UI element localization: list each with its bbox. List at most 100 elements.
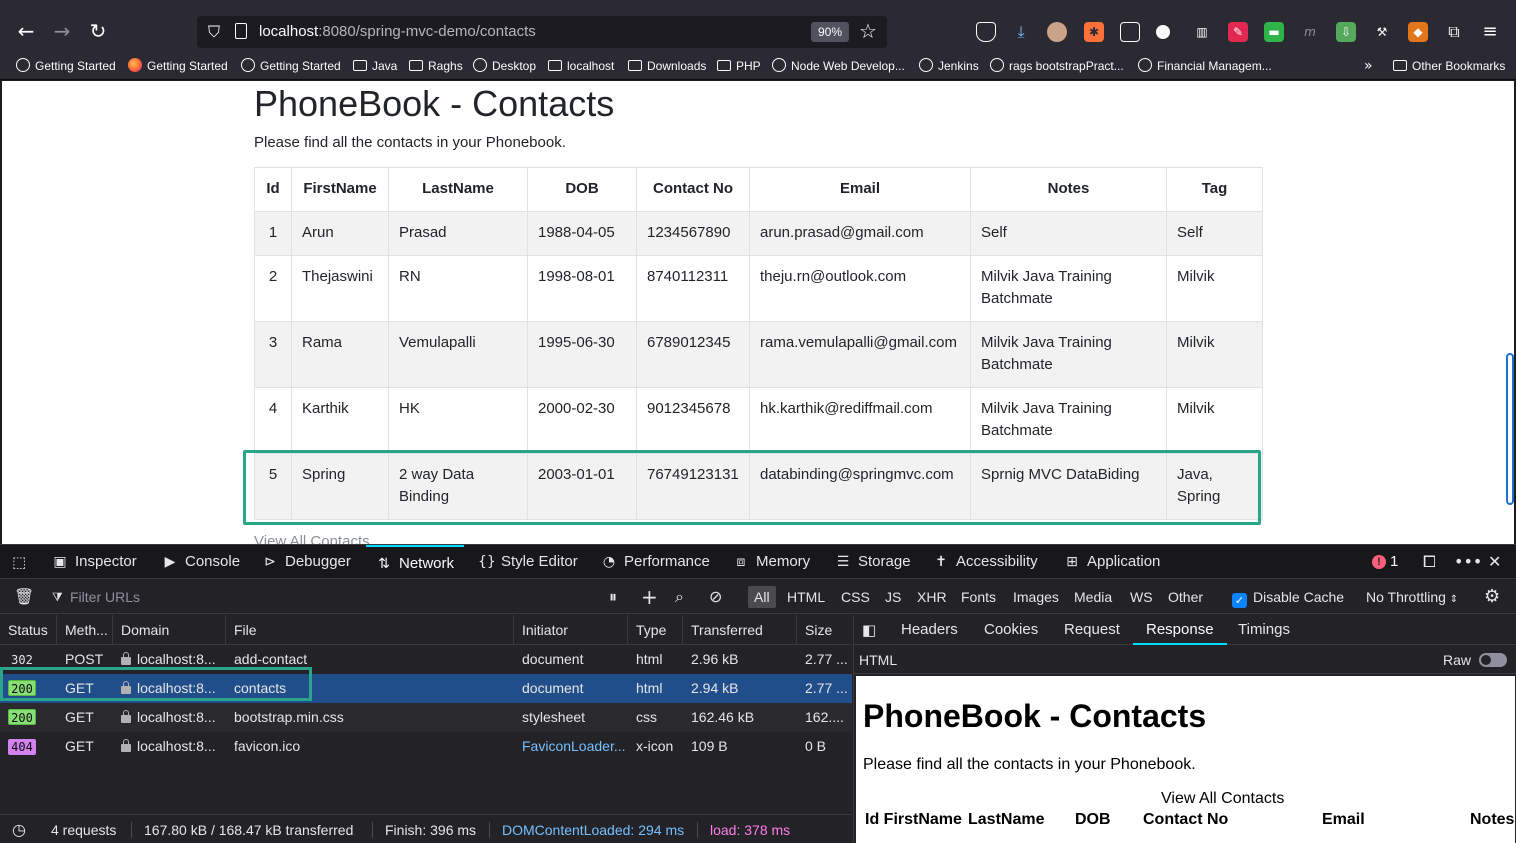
column-header[interactable]: Type <box>628 615 683 645</box>
account-avatar-icon[interactable] <box>1047 22 1067 42</box>
extension-bubble-icon[interactable] <box>1156 25 1170 39</box>
request-row-favicon[interactable]: 404 GET localhost:8... favicon.ico Favic… <box>0 732 852 761</box>
request-size: 2.77 ... <box>805 680 848 696</box>
column-header[interactable]: Initiator <box>514 615 628 645</box>
bookmark-java[interactable]: Java <box>353 58 397 74</box>
filter-xhr[interactable]: XHR <box>911 586 953 608</box>
preview-column-header: Id FirstName <box>865 811 962 828</box>
filter-all[interactable]: All <box>748 586 776 608</box>
tab-style-editor[interactable]: {} Style Editor <box>478 545 578 579</box>
add-request-icon[interactable]: + <box>641 580 658 614</box>
tab-cookies[interactable]: Cookies <box>984 615 1038 645</box>
filter-images[interactable]: Images <box>1007 586 1065 608</box>
filter-js[interactable]: JS <box>879 586 907 608</box>
column-header[interactable]: Transferred <box>683 615 797 645</box>
tab-inspector[interactable]: ▣ Inspector <box>52 545 136 579</box>
extension-tool-icon[interactable]: ⚒ <box>1372 22 1392 42</box>
disable-cache-checkbox[interactable]: ✓ Disable Cache <box>1232 580 1344 614</box>
tab-application[interactable]: ⊞ Application <box>1064 545 1160 579</box>
page-info-icon[interactable] <box>235 23 247 39</box>
response-preview: PhoneBook - Contacts Please find all the… <box>856 676 1515 843</box>
raw-toggle[interactable] <box>1479 653 1507 667</box>
view-all-contacts-link[interactable]: View All Contacts <box>254 533 370 544</box>
extensions-puzzle-icon[interactable]: ⧉ <box>1444 22 1464 42</box>
settings-gear-icon[interactable]: ⚙ <box>1484 580 1500 614</box>
forward-arrow-icon[interactable]: → <box>47 16 77 46</box>
bookmark-node-web[interactable]: Node Web Develop... <box>772 58 905 74</box>
tab-memory[interactable]: ⧈ Memory <box>733 545 811 579</box>
back-arrow-icon[interactable]: ← <box>11 16 41 46</box>
tab-request[interactable]: Request <box>1064 615 1120 645</box>
responsive-mode-icon[interactable]: ⧠ <box>1423 545 1436 579</box>
tab-debugger[interactable]: ⊳ Debugger <box>262 545 351 579</box>
bookmark-getting-started-3[interactable]: Getting Started <box>241 58 341 74</box>
column-header[interactable]: Meth... <box>57 615 113 645</box>
toggle-sidebar-icon[interactable]: ◧ <box>862 615 876 645</box>
extension-m-icon[interactable]: m <box>1300 22 1320 42</box>
element-picker-icon[interactable]: ⬚ <box>12 545 26 579</box>
throttling-select[interactable]: No Throttling ⇕ <box>1366 580 1458 614</box>
pause-icon[interactable]: ⏸ <box>609 580 617 614</box>
request-initiator-link[interactable]: FaviconLoader... <box>514 732 628 761</box>
bookmark-php[interactable]: PHP <box>717 58 761 74</box>
filter-ws[interactable]: WS <box>1124 586 1159 608</box>
filter-css[interactable]: CSS <box>835 586 876 608</box>
column-header[interactable]: Domain <box>113 615 226 645</box>
tab-response[interactable]: Response <box>1133 615 1227 645</box>
search-icon[interactable]: ⌕ <box>675 580 684 614</box>
reload-icon[interactable]: ↻ <box>83 16 113 46</box>
tab-headers[interactable]: Headers <box>901 615 958 645</box>
pocket-icon[interactable] <box>976 22 996 42</box>
tab-performance[interactable]: ◔ Performance <box>601 545 710 579</box>
close-icon[interactable]: ✕ <box>1488 545 1501 579</box>
request-row-bootstrap[interactable]: 200 GET localhost:8... bootstrap.min.css… <box>0 703 852 732</box>
menu-hamburger-icon[interactable]: ≡ <box>1480 22 1500 42</box>
filter-other[interactable]: Other <box>1162 586 1209 608</box>
tab-accessibility[interactable]: ✝ Accessibility <box>933 545 1038 579</box>
tab-console[interactable]: ▶ Console <box>162 545 240 579</box>
metamask-icon[interactable]: ◆ <box>1408 22 1428 42</box>
zoom-level[interactable]: 90% <box>811 22 849 42</box>
preview-view-all-link[interactable]: View All Contacts <box>1161 790 1284 808</box>
bookmark-financial[interactable]: Financial Managem... <box>1138 58 1272 74</box>
extension-green-icon[interactable]: ▬ <box>1264 22 1284 42</box>
extension-red-icon[interactable]: ✎ <box>1228 22 1248 42</box>
tab-storage[interactable]: ☰ Storage <box>835 545 911 579</box>
trash-icon[interactable]: 🗑 <box>14 580 34 614</box>
bookmark-jenkins[interactable]: Jenkins <box>919 58 979 74</box>
timer-icon[interactable]: ◷ <box>12 815 26 843</box>
bookmark-downloads[interactable]: Downloads <box>628 58 706 74</box>
filter-fonts[interactable]: Fonts <box>955 586 1002 608</box>
bookmark-raghs[interactable]: Raghs <box>409 58 463 74</box>
url-bar[interactable]: ⛉ localhost:8080/spring-mvc-demo/contact… <box>197 16 887 48</box>
column-header[interactable]: Size <box>797 615 852 645</box>
bookmark-rags-bootstrap[interactable]: rags bootstrapPract... <box>990 58 1124 74</box>
bookmark-desktop[interactable]: Desktop <box>473 58 536 74</box>
page-scrollbar[interactable] <box>1506 353 1514 505</box>
url-text[interactable]: localhost:8080/spring-mvc-demo/contacts <box>259 23 536 40</box>
tab-network[interactable]: ⇅ Network <box>366 545 465 579</box>
clipboard-icon[interactable] <box>1120 22 1140 42</box>
tracking-shield-icon[interactable]: ⛉ <box>205 22 223 42</box>
summary-domcontentloaded: DOMContentLoaded: 294 ms <box>502 822 685 838</box>
filter-html[interactable]: HTML <box>781 586 831 608</box>
extension-orange-icon[interactable]: ✱ <box>1084 22 1104 42</box>
column-header[interactable]: File <box>226 615 514 645</box>
reader-library-icon[interactable]: ▥ <box>1192 22 1212 42</box>
more-bookmarks-chevron-icon[interactable]: » <box>1364 58 1373 74</box>
extension-download-icon[interactable]: ⇩ <box>1336 22 1356 42</box>
bookmark-star-icon[interactable]: ☆ <box>859 19 877 43</box>
tab-timings[interactable]: Timings <box>1238 615 1290 645</box>
downloads-icon[interactable]: ⤓ <box>1011 22 1031 42</box>
filter-media[interactable]: Media <box>1068 586 1118 608</box>
raw-label: Raw <box>1442 652 1471 668</box>
block-icon[interactable]: ⊘ <box>709 580 722 614</box>
bookmark-localhost[interactable]: localhost <box>548 58 614 74</box>
more-options-icon[interactable]: ••• <box>1454 545 1482 579</box>
bookmark-getting-started-1[interactable]: Getting Started <box>16 58 116 74</box>
bookmark-other[interactable]: Other Bookmarks <box>1393 58 1505 74</box>
error-count-badge[interactable]: ! 1 <box>1372 545 1398 579</box>
column-header[interactable]: Status <box>0 615 57 645</box>
filter-urls-input[interactable]: Filter URLs <box>70 580 140 614</box>
bookmark-getting-started-2[interactable]: Getting Started <box>128 58 228 74</box>
